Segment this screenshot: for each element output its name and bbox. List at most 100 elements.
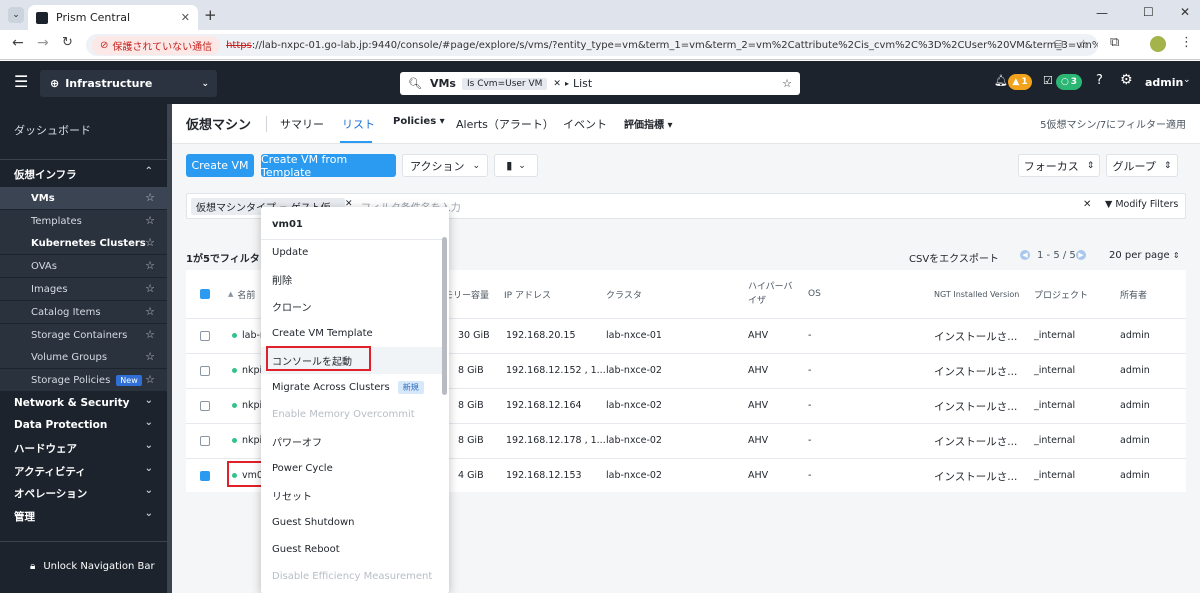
sidebar-item-images[interactable]: Images ☆ — [0, 278, 167, 300]
cell-project[interactable]: _internal — [1034, 470, 1075, 481]
vm-name-link[interactable]: nkpi — [232, 400, 262, 411]
sidebar-section-virtual-infra[interactable]: 仮想インフラ ⌃ — [0, 163, 167, 185]
security-warning[interactable]: ⊘ 保護されていない通信 — [92, 35, 221, 55]
row-checkbox[interactable] — [200, 401, 210, 411]
sidebar-item-storage-policies[interactable]: Storage Policies New ☆ — [0, 369, 167, 391]
chip-close-icon[interactable]: ✕ — [553, 79, 561, 89]
per-page-select[interactable]: 20 per page ⇕ — [1109, 250, 1180, 261]
col-header-os[interactable]: OS — [808, 270, 821, 318]
browser-tab[interactable]: Prism Central ✕ — [28, 5, 198, 30]
col-header-name[interactable]: ▲ 名前 — [228, 270, 255, 318]
close-tab-icon[interactable]: ✕ — [181, 11, 190, 24]
create-vm-button[interactable]: Create VM — [186, 154, 254, 177]
forward-icon[interactable]: → — [37, 35, 49, 51]
cell-cluster[interactable]: lab-nxce-02 — [606, 470, 662, 481]
extensions-icon[interactable]: ⧉ — [1110, 35, 1119, 50]
cell-cluster[interactable]: lab-nxce-02 — [606, 365, 662, 376]
col-header-project[interactable]: プロジェクト — [1034, 270, 1088, 318]
omnibox[interactable]: ⊘ 保護されていない通信 https ://lab-nxpc-01.go-lab.… — [86, 34, 1098, 56]
star-icon[interactable]: ☆ — [145, 305, 155, 318]
user-menu[interactable]: admin — [1145, 76, 1183, 89]
menu-item-reset[interactable]: リセット — [261, 482, 444, 509]
cell-project[interactable]: _internal — [1034, 365, 1075, 376]
row-checkbox[interactable] — [200, 471, 210, 481]
hamburger-menu-icon[interactable]: ☰ — [14, 72, 28, 91]
minimize-icon[interactable]: — — [1096, 6, 1108, 20]
cell-project[interactable]: _internal — [1034, 400, 1075, 411]
search-chip[interactable]: Is Cvm=User VM — [461, 77, 548, 90]
menu-item-power-off[interactable]: パワーオフ — [261, 428, 444, 455]
tasks-badge[interactable]: ○ 3 — [1056, 74, 1082, 90]
cell-cluster[interactable]: lab-nxce-02 — [606, 435, 662, 446]
user-chevron-icon[interactable]: ⌄ — [1183, 75, 1191, 85]
star-icon[interactable]: ☆ — [145, 191, 155, 204]
row-checkbox[interactable] — [200, 436, 210, 446]
menu-item-guest-reboot[interactable]: Guest Reboot — [261, 536, 444, 563]
csv-export-link[interactable]: CSVをエクスポート — [909, 250, 999, 265]
new-tab-icon[interactable]: + — [204, 6, 217, 24]
sidebar-group-admin[interactable]: 管理 ⌄ — [0, 505, 167, 527]
settings-gear-icon[interactable]: ⚙ — [1120, 72, 1133, 88]
tab-alerts[interactable]: Alerts（アラート） — [456, 116, 554, 132]
modify-filters-button[interactable]: ▼ Modify Filters — [1105, 199, 1178, 210]
search-star-icon[interactable]: ☆ — [782, 77, 792, 90]
vm-name-link[interactable]: nkpi — [232, 365, 262, 376]
global-search[interactable]: 🔍︎ VMs Is Cvm=User VM ✕ ▸ List ☆ — [400, 72, 800, 95]
next-page-icon[interactable]: ▶ — [1076, 250, 1086, 260]
sidebar-item-dashboard[interactable]: ダッシュボード — [0, 119, 167, 141]
cell-project[interactable]: _internal — [1034, 435, 1075, 446]
row-checkbox[interactable] — [200, 366, 210, 376]
translate-icon[interactable]: ⛁ — [1054, 38, 1063, 51]
cell-cluster[interactable]: lab-nxce-01 — [606, 330, 662, 341]
menu-item-update[interactable]: Update — [261, 239, 444, 266]
sidebar-group-hardware[interactable]: ハードウェア ⌄ — [0, 437, 167, 459]
star-icon[interactable]: ☆ — [145, 350, 155, 363]
sidebar-item-storage-containers[interactable]: Storage Containers ☆ — [0, 324, 167, 346]
tab-summary[interactable]: サマリー — [280, 116, 324, 132]
sidebar-item-templates[interactable]: Templates ☆ — [0, 210, 167, 232]
profile-avatar[interactable] — [1150, 36, 1166, 52]
bookmark-star-icon[interactable]: ☆ — [1078, 37, 1089, 51]
col-header-hypervisor[interactable]: ハイパーバイザ — [748, 270, 793, 318]
col-header-memory[interactable]: モリー容量 — [444, 270, 489, 318]
tab-policies[interactable]: Policies ▾ — [393, 116, 445, 127]
menu-item-migrate[interactable]: Migrate Across Clusters 新規 — [261, 374, 444, 401]
create-vm-from-template-button[interactable]: Create VM from Template — [261, 153, 396, 179]
col-header-owner[interactable]: 所有者 — [1120, 270, 1147, 318]
sidebar-item-vms[interactable]: VMs ☆ — [0, 187, 167, 209]
focus-button[interactable]: フォーカス ⇕ — [1018, 154, 1100, 177]
tab-metrics[interactable]: 評価指標 ▾ — [624, 116, 673, 131]
menu-item-power-cycle[interactable]: Power Cycle — [261, 455, 444, 482]
star-icon[interactable]: ☆ — [145, 328, 155, 341]
group-button[interactable]: グループ ⇕ — [1106, 154, 1178, 177]
window-close-icon[interactable]: ✕ — [1180, 5, 1190, 19]
sidebar-group-activity[interactable]: アクティビティ ⌄ — [0, 460, 167, 482]
sidebar-item-kubernetes[interactable]: Kubernetes Clusters ☆ — [0, 232, 167, 254]
alerts-badge[interactable]: ▲ 1 — [1008, 74, 1032, 90]
sidebar-group-network[interactable]: Network & Security ⌄ — [0, 392, 167, 414]
sidebar-item-catalog[interactable]: Catalog Items ☆ — [0, 301, 167, 323]
tab-list-icon[interactable]: ⌄ — [8, 7, 24, 23]
col-header-cluster[interactable]: クラスタ — [606, 270, 642, 318]
sidebar-item-volume-groups[interactable]: Volume Groups ☆ — [0, 346, 167, 368]
tab-events[interactable]: イベント — [563, 116, 607, 132]
sidebar-item-ovas[interactable]: OVAs ☆ — [0, 255, 167, 277]
chrome-menu-icon[interactable]: ⋮ — [1180, 35, 1193, 50]
menu-scrollbar[interactable] — [442, 237, 447, 395]
star-icon[interactable]: ☆ — [145, 282, 155, 295]
bookmark-button[interactable]: ▮ ⌄ — [494, 154, 538, 177]
menu-item-clone[interactable]: クローン — [261, 293, 444, 320]
menu-item-create-template[interactable]: Create VM Template — [261, 320, 444, 347]
help-icon[interactable]: ? — [1096, 73, 1103, 88]
sidebar-group-data-protection[interactable]: Data Protection ⌄ — [0, 414, 167, 436]
menu-item-delete[interactable]: 削除 — [261, 266, 444, 293]
select-all-checkbox[interactable] — [200, 289, 210, 299]
star-icon[interactable]: ☆ — [145, 259, 155, 272]
tab-list[interactable]: リスト — [342, 116, 375, 132]
maximize-icon[interactable]: ☐ — [1143, 5, 1154, 19]
unlock-nav-button[interactable]: 🔒︎ Unlock Navigation Bar — [0, 555, 167, 577]
row-checkbox[interactable] — [200, 331, 210, 341]
actions-button[interactable]: アクション ⌄ — [402, 154, 488, 177]
cell-cluster[interactable]: lab-nxce-02 — [606, 400, 662, 411]
cell-project[interactable]: _internal — [1034, 330, 1075, 341]
